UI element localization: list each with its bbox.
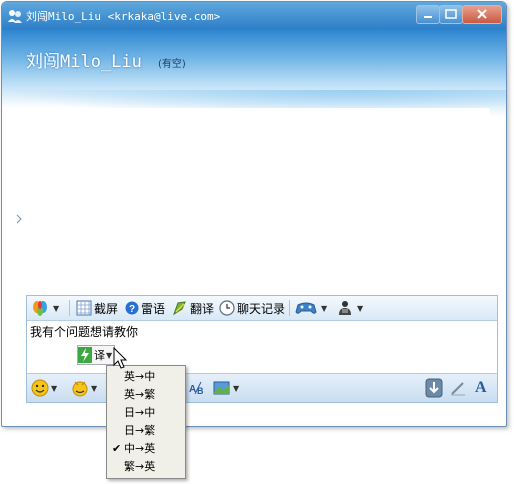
contact-status: (有空)	[158, 59, 186, 70]
toolbar-divider	[289, 300, 290, 316]
wink-button[interactable]: ▼	[71, 379, 97, 397]
menu-item-ja-zh[interactable]: 日→中	[108, 404, 184, 421]
menu-item-label: 中→英	[124, 442, 156, 455]
checkmark-icon: ✔	[112, 442, 122, 455]
wink-icon	[72, 381, 88, 397]
translate-tag-label: 译	[94, 349, 105, 362]
send-file-icon	[425, 378, 443, 398]
expand-panel-arrow-icon[interactable]	[16, 214, 22, 224]
translate-label: 翻译	[190, 301, 215, 316]
chevron-down-icon[interactable]: ▼	[321, 304, 327, 313]
contact-header: 刘闯Milo_Liu (有空)	[2, 30, 506, 120]
person-icon	[339, 301, 351, 315]
screenshot-button[interactable]: 截屏	[76, 298, 118, 318]
chat-toolbar: ▼ 截屏 ? 雷语 翻译 聊天记录 ▼ ▼	[27, 296, 497, 321]
menu-item-label: 日→中	[124, 406, 156, 419]
screenshot-icon	[76, 300, 92, 316]
chevron-down-icon[interactable]: ▼	[357, 304, 363, 313]
background-button[interactable]: ▼	[213, 379, 239, 397]
conversation-area[interactable]	[16, 108, 490, 292]
menu-item-label: 日→繁	[124, 424, 156, 437]
chat-window: 刘闯Milo_Liu <krkaka@live.com> 刘闯Milo_Liu …	[1, 1, 507, 427]
block-button[interactable]: ▼	[337, 298, 363, 318]
chevron-down-icon[interactable]: ▼	[53, 304, 59, 313]
handwriting-button[interactable]	[449, 379, 467, 397]
maximize-button[interactable]	[439, 5, 463, 24]
contact-name: 刘闯Milo_Liu	[26, 52, 142, 72]
close-button[interactable]	[462, 5, 502, 24]
emoticon-button[interactable]: ▼	[31, 379, 57, 397]
mouse-cursor-icon	[113, 347, 128, 369]
games-button[interactable]: ▼	[295, 298, 327, 318]
spellcheck-icon: A B	[189, 381, 204, 396]
msn-buddy-icon	[8, 10, 22, 23]
emoticon-icon	[31, 379, 49, 397]
message-input[interactable]: 我有个问题想请教你	[30, 323, 138, 340]
translate-icon	[173, 301, 186, 316]
menu-item-en-zhtw[interactable]: 英→繁	[108, 386, 184, 403]
chat-history-label: 聊天记录	[237, 301, 286, 316]
gamepad-icon	[295, 302, 317, 314]
compose-panel: ▼ 截屏 ? 雷语 翻译 聊天记录 ▼ ▼ 我有个问题想请教你 译 ▼ ▼ ▼ …	[26, 295, 498, 403]
maximize-icon	[445, 9, 457, 19]
menu-item-zh-en[interactable]: ✔ 中→英	[108, 440, 184, 457]
background-icon	[213, 381, 230, 395]
svg-text:?: ?	[129, 304, 135, 315]
help-icon: ?	[125, 301, 139, 315]
font-icon: A	[475, 379, 487, 396]
menu-item-label: 英→繁	[124, 388, 156, 401]
toolbar-divider	[69, 300, 70, 316]
screenshot-label: 截屏	[94, 301, 119, 316]
handwriting-icon	[451, 382, 465, 396]
msn-butterfly-icon	[33, 301, 47, 316]
chevron-down-icon[interactable]: ▼	[233, 384, 239, 393]
menu-item-zhtw-en[interactable]: 繁→英	[108, 458, 184, 475]
spellcheck-button[interactable]: A B	[189, 379, 207, 397]
minimize-icon	[424, 16, 432, 18]
format-toolbar: ▼ ▼ A B ▼ A	[27, 373, 497, 402]
font-button[interactable]: A	[475, 379, 487, 397]
menu-item-ja-zhtw[interactable]: 日→繁	[108, 422, 184, 439]
activities-button[interactable]: ▼	[31, 298, 59, 318]
chevron-down-icon[interactable]: ▼	[91, 384, 97, 393]
menu-item-label: 英→中	[124, 370, 156, 383]
translate-direction-menu: 英→中 英→繁 日→中 日→繁 ✔ 中→英 繁→英	[106, 365, 186, 479]
send-file-button[interactable]	[425, 378, 443, 398]
menu-item-label: 繁→英	[124, 460, 156, 473]
window-title: 刘闯Milo_Liu <krkaka@live.com>	[26, 10, 221, 23]
close-icon	[477, 9, 487, 19]
nudge-button[interactable]: ? 雷语	[125, 298, 165, 318]
chevron-down-icon[interactable]: ▼	[106, 351, 112, 360]
chevron-down-icon[interactable]: ▼	[51, 384, 57, 393]
translate-tag[interactable]: 译 ▼	[77, 345, 116, 365]
chat-history-button[interactable]: 聊天记录	[219, 298, 285, 318]
lightning-icon	[78, 347, 92, 363]
clock-icon	[219, 300, 235, 316]
minimize-button[interactable]	[416, 5, 440, 24]
translate-button[interactable]: 翻译	[172, 298, 214, 318]
title-bar[interactable]: 刘闯Milo_Liu <krkaka@live.com>	[2, 2, 506, 30]
nudge-label: 雷语	[141, 301, 166, 316]
